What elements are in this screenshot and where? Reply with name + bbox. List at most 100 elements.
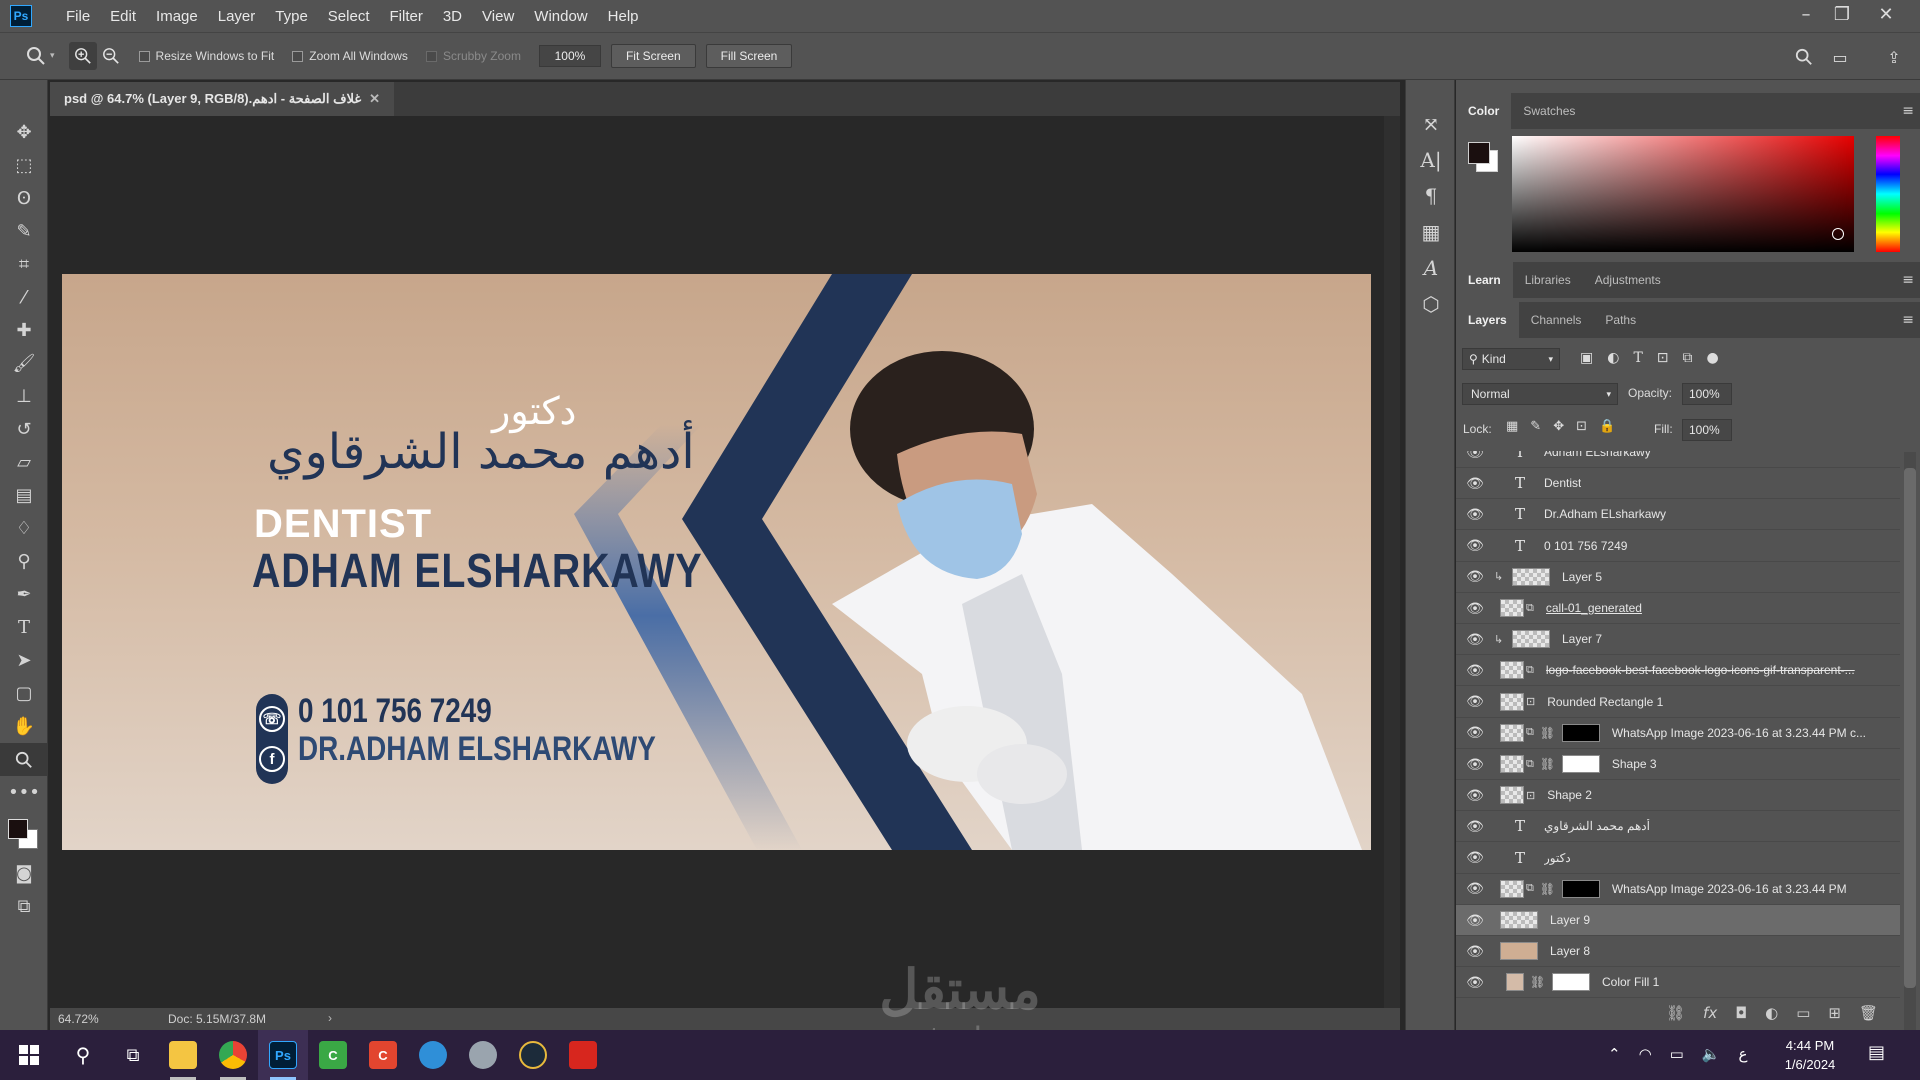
chrome-icon[interactable] bbox=[208, 1030, 258, 1080]
document-canvas[interactable]: دكتور أدهم محمد الشرقاوي DENTIST ADHAM E… bbox=[62, 274, 1371, 850]
fill-field[interactable]: 100% bbox=[1682, 419, 1732, 441]
visibility-eye-icon[interactable]: 👁 bbox=[1464, 600, 1486, 617]
link-layers-icon[interactable]: ⛓ bbox=[1666, 1004, 1685, 1022]
fit-screen-button[interactable]: Fit Screen bbox=[610, 44, 696, 68]
filter-smart-icon[interactable]: ⧉ bbox=[1683, 350, 1693, 366]
visibility-eye-icon[interactable]: 👁 bbox=[1464, 818, 1486, 835]
eyedropper-tool-icon[interactable]: ⁄ bbox=[0, 281, 48, 314]
filter-shape-icon[interactable]: ⊡ bbox=[1657, 350, 1669, 366]
battery-icon[interactable]: ▭ bbox=[1670, 1045, 1684, 1063]
layer-kind-filter[interactable]: ⚲ Kind ▾ bbox=[1462, 348, 1560, 370]
tray-expand-icon[interactable]: ⌃ bbox=[1608, 1045, 1621, 1063]
type-tool-icon[interactable]: T bbox=[0, 611, 48, 644]
fx-icon[interactable]: fx bbox=[1703, 1004, 1717, 1022]
visibility-eye-icon[interactable]: 👁 bbox=[1464, 974, 1486, 991]
tab-swatches[interactable]: Swatches bbox=[1511, 93, 1587, 129]
layer-row[interactable]: 👁 T 0 101 756 7249 bbox=[1456, 531, 1900, 562]
visibility-eye-icon[interactable]: 👁 bbox=[1464, 724, 1486, 741]
tab-color[interactable]: Color bbox=[1456, 93, 1512, 129]
lock-transparent-icon[interactable]: ▦ bbox=[1506, 419, 1518, 434]
layer-mask-thumbnail[interactable] bbox=[1552, 973, 1590, 992]
layer-row[interactable]: 👁 ⛓ Color Fill 1 bbox=[1456, 967, 1900, 999]
visibility-eye-icon[interactable]: 👁 bbox=[1464, 787, 1486, 804]
camtasia-green-icon[interactable]: C bbox=[308, 1030, 358, 1080]
lock-position-icon[interactable]: ✥ bbox=[1553, 419, 1564, 434]
history-brush-tool-icon[interactable]: ↺ bbox=[0, 413, 48, 446]
tab-libraries[interactable]: Libraries bbox=[1513, 262, 1583, 298]
delete-layer-icon[interactable]: 🗑 bbox=[1859, 1004, 1878, 1022]
close-icon[interactable]: ✕ bbox=[1866, 0, 1906, 28]
layer-row[interactable]: 👁 T أدهم محمد الشرقاوي bbox=[1456, 811, 1900, 843]
glyphs-panel-icon[interactable]: A bbox=[1406, 250, 1456, 286]
layer-row[interactable]: 👁 ⧉ ⛓ Shape 3 bbox=[1456, 749, 1900, 780]
layer-row[interactable]: 👁 Layer 9 bbox=[1456, 905, 1900, 936]
menu-window[interactable]: Window bbox=[524, 8, 597, 25]
filter-pixel-icon[interactable]: ▣ bbox=[1580, 350, 1593, 366]
input-language[interactable]: ع bbox=[1739, 1045, 1748, 1063]
tab-channels[interactable]: Channels bbox=[1519, 302, 1594, 338]
menu-view[interactable]: View bbox=[472, 8, 524, 25]
dodge-tool-icon[interactable]: ⚲ bbox=[0, 545, 48, 578]
visibility-eye-icon[interactable]: 👁 bbox=[1464, 943, 1486, 960]
tab-paths[interactable]: Paths bbox=[1593, 302, 1648, 338]
healing-brush-tool-icon[interactable]: ✚ bbox=[0, 314, 48, 347]
path-selection-tool-icon[interactable]: ➤ bbox=[0, 644, 48, 677]
davinci-resolve-icon[interactable] bbox=[508, 1030, 558, 1080]
blend-mode-select[interactable]: Normal ▾ bbox=[1462, 383, 1618, 405]
eraser-tool-icon[interactable]: ▱ bbox=[0, 446, 48, 479]
resize-windows-checkbox[interactable]: Resize Windows to Fit bbox=[138, 49, 274, 63]
menu-help[interactable]: Help bbox=[598, 8, 649, 25]
new-layer-icon[interactable]: ⊞ bbox=[1828, 1004, 1841, 1022]
quick-selection-tool-icon[interactable]: ✎ bbox=[0, 215, 48, 248]
layer-row[interactable]: 👁 ⊡ Shape 2 bbox=[1456, 780, 1900, 812]
search-taskbar-icon[interactable]: ⚲ bbox=[58, 1030, 108, 1080]
zoom-in-icon[interactable] bbox=[68, 42, 97, 70]
menu-edit[interactable]: Edit bbox=[100, 8, 146, 25]
brush-tool-icon[interactable]: 🖌 bbox=[0, 347, 48, 380]
new-group-icon[interactable]: ▭ bbox=[1796, 1004, 1810, 1022]
layer-row[interactable]: 👁 T Adham ELsharkawy bbox=[1456, 451, 1900, 468]
volume-icon[interactable]: 🔈 bbox=[1702, 1045, 1721, 1063]
notifications-icon[interactable]: ▤ bbox=[1868, 1042, 1885, 1063]
layer-row[interactable]: 👁 ⧉ ⛓ WhatsApp Image 2023-06-16 at 3.23.44 … bbox=[1456, 874, 1900, 905]
mask-link-icon[interactable]: ⛓ bbox=[1530, 975, 1545, 989]
hue-slider[interactable] bbox=[1876, 136, 1900, 252]
lasso-tool-icon[interactable]: ʘ bbox=[0, 182, 48, 215]
menu-3d[interactable]: 3D bbox=[433, 8, 472, 25]
photoshop-logo[interactable]: Ps bbox=[10, 5, 32, 27]
menu-type[interactable]: Type bbox=[265, 8, 318, 25]
status-arrow-icon[interactable]: › bbox=[328, 1011, 332, 1025]
properties-panel-icon[interactable]: ▦ bbox=[1406, 214, 1456, 250]
layer-row[interactable]: 👁 T دكتور bbox=[1456, 843, 1900, 874]
add-mask-icon[interactable]: ◘ bbox=[1735, 1004, 1747, 1022]
visibility-eye-icon[interactable]: 👁 bbox=[1464, 912, 1486, 929]
marquee-tool-icon[interactable]: ⬚ bbox=[0, 149, 48, 182]
color-field[interactable] bbox=[1512, 136, 1854, 252]
layer-row[interactable]: 👁 ↳ Layer 7 bbox=[1456, 624, 1900, 656]
lock-image-icon[interactable]: ✎ bbox=[1530, 419, 1541, 434]
tab-learn[interactable]: Learn bbox=[1456, 262, 1513, 298]
filter-type-icon[interactable]: T bbox=[1633, 350, 1642, 366]
gradient-tool-icon[interactable]: ▤ bbox=[0, 479, 48, 512]
visibility-eye-icon[interactable]: 👁 bbox=[1464, 693, 1486, 710]
zoom-all-windows-checkbox[interactable]: Zoom All Windows bbox=[292, 49, 408, 63]
minimize-icon[interactable]: – bbox=[1786, 0, 1826, 28]
menu-image[interactable]: Image bbox=[146, 8, 208, 25]
layer-list-scroll-thumb[interactable] bbox=[1904, 468, 1916, 988]
share-icon[interactable]: ⇪ bbox=[1880, 43, 1908, 71]
screen-mode-icon[interactable]: ⧉ bbox=[0, 890, 48, 923]
layer-row[interactable]: 👁 T Dentist bbox=[1456, 468, 1900, 500]
tool-preset-chevron-icon[interactable]: ▾ bbox=[50, 51, 55, 61]
shape-tool-icon[interactable]: ▢ bbox=[0, 677, 48, 710]
zoom-tool-active-icon[interactable] bbox=[0, 743, 48, 776]
color-picker-cursor[interactable] bbox=[1832, 228, 1844, 240]
visibility-eye-icon[interactable]: 👁 bbox=[1464, 880, 1486, 897]
foreground-color-swatch[interactable] bbox=[8, 819, 28, 839]
layer-row[interactable]: 👁 ⧉ ⛓ WhatsApp Image 2023-06-16 at 3.23.44 … bbox=[1456, 718, 1900, 749]
visibility-eye-icon[interactable]: 👁 bbox=[1464, 451, 1486, 461]
lock-artboard-icon[interactable]: ⊡ bbox=[1576, 419, 1587, 434]
quick-mask-icon[interactable]: ◙ bbox=[0, 857, 48, 890]
visibility-eye-icon[interactable]: 👁 bbox=[1464, 568, 1486, 585]
visibility-eye-icon[interactable]: 👁 bbox=[1464, 537, 1486, 554]
character-panel-icon[interactable]: A| bbox=[1406, 142, 1456, 178]
